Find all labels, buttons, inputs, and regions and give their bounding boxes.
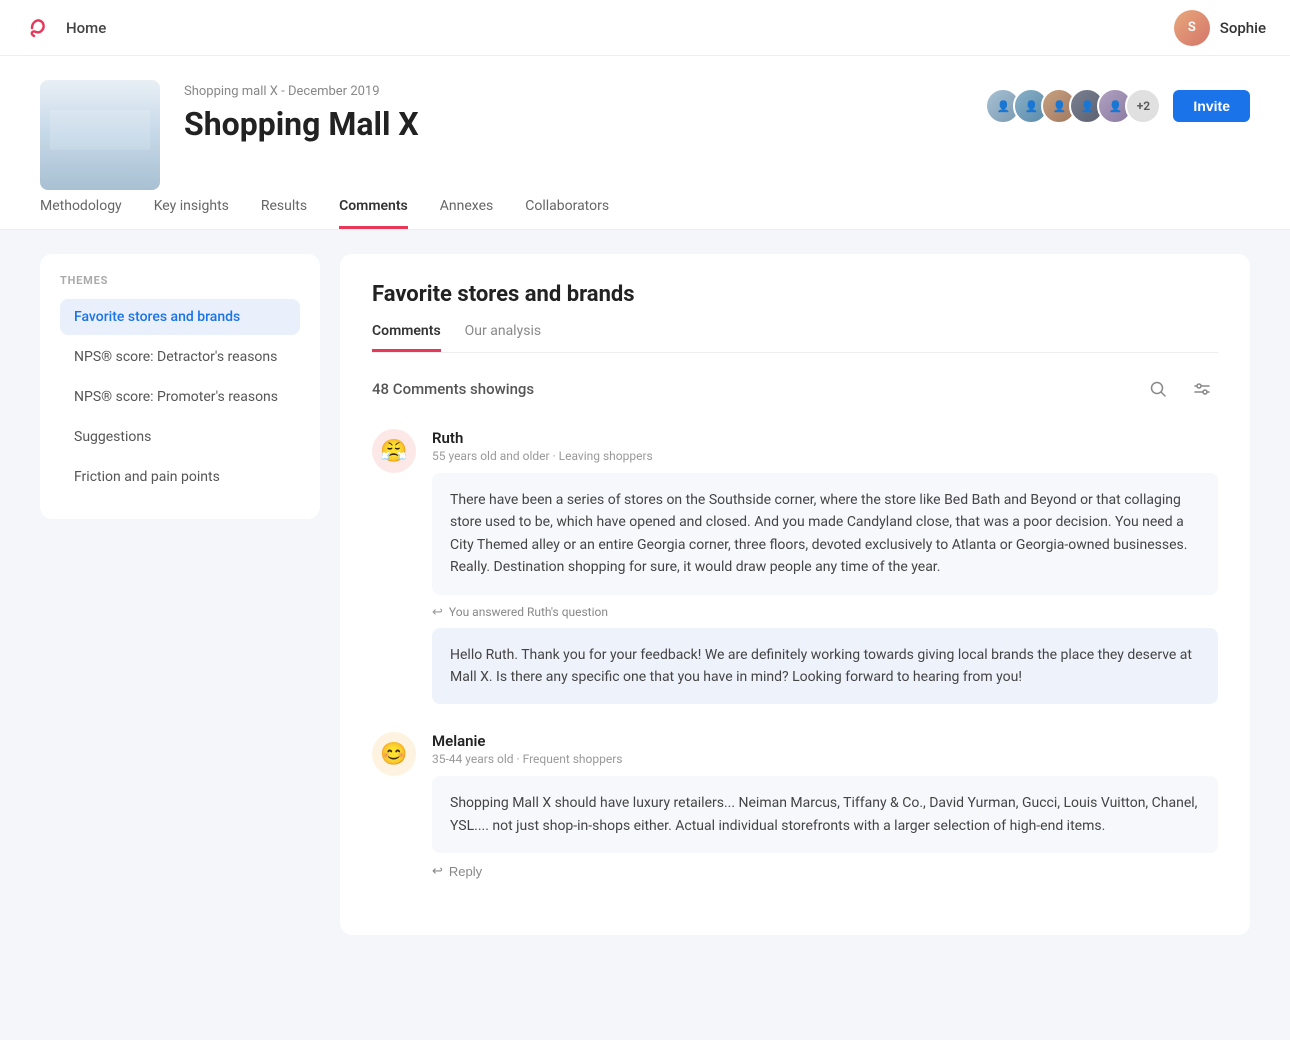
avatar-more: +2 bbox=[1125, 88, 1161, 124]
search-button[interactable] bbox=[1142, 373, 1174, 405]
reply-indicator-ruth: You answered Ruth's question bbox=[432, 605, 1218, 620]
nav-key-insights[interactable]: Key insights bbox=[154, 198, 229, 229]
sidebar-item-suggestions[interactable]: Suggestions bbox=[60, 419, 300, 455]
project-info: Shopping mall X - December 2019 Shopping… bbox=[40, 80, 419, 190]
comments-header: 48 Comments showings bbox=[372, 373, 1218, 405]
comment-author-ruth: Ruth bbox=[432, 429, 1218, 447]
invite-button[interactable]: Invite bbox=[1173, 90, 1250, 122]
project-image bbox=[40, 80, 160, 190]
comment-meta-ruth: 55 years old and older · Leaving shopper… bbox=[432, 449, 1218, 463]
sidebar-item-nps-detractor[interactable]: NPS® score: Detractor's reasons bbox=[60, 339, 300, 375]
project-title: Shopping Mall X bbox=[184, 105, 419, 143]
comment-text-ruth: There have been a series of stores on th… bbox=[432, 473, 1218, 595]
sidebar-item-favorite-stores[interactable]: Favorite stores and brands bbox=[60, 299, 300, 335]
nav-methodology[interactable]: Methodology bbox=[40, 198, 122, 229]
project-subtitle: Shopping mall X - December 2019 bbox=[184, 84, 419, 99]
comment-body-melanie: Melanie 35-44 years old · Frequent shopp… bbox=[432, 732, 1218, 879]
tab-analysis[interactable]: Our analysis bbox=[465, 323, 541, 352]
project-actions: 👤 👤 👤 👤 👤 +2 Invite bbox=[985, 88, 1250, 124]
tab-comments[interactable]: Comments bbox=[372, 323, 441, 352]
avatar-initials: S bbox=[1188, 20, 1196, 35]
reply-section-ruth: You answered Ruth's question Hello Ruth.… bbox=[432, 605, 1218, 705]
comment-text-melanie: Shopping Mall X should have luxury retai… bbox=[432, 776, 1218, 853]
project-navigation: Methodology Key insights Results Comment… bbox=[40, 198, 1250, 229]
comment-melanie: 😊 Melanie 35-44 years old · Frequent sho… bbox=[372, 732, 1218, 879]
filter-button[interactable] bbox=[1186, 373, 1218, 405]
collaborators-avatars: 👤 👤 👤 👤 👤 +2 bbox=[985, 88, 1161, 124]
project-header-top: Shopping mall X - December 2019 Shopping… bbox=[40, 80, 1250, 190]
nav-annexes[interactable]: Annexes bbox=[440, 198, 493, 229]
project-header: Shopping mall X - December 2019 Shopping… bbox=[0, 56, 1290, 230]
nav-left: Home bbox=[24, 12, 106, 44]
nav-comments[interactable]: Comments bbox=[339, 198, 408, 229]
nav-right: S Sophie bbox=[1174, 10, 1266, 46]
comment-body-ruth: Ruth 55 years old and older · Leaving sh… bbox=[432, 429, 1218, 704]
avatar: S bbox=[1174, 10, 1210, 46]
content-area: Favorite stores and brands Comments Our … bbox=[340, 254, 1250, 935]
sidebar-item-nps-promoter[interactable]: NPS® score: Promoter's reasons bbox=[60, 379, 300, 415]
comments-actions bbox=[1142, 373, 1218, 405]
avatar-melanie: 😊 bbox=[372, 732, 416, 776]
top-navigation: Home S Sophie bbox=[0, 0, 1290, 56]
sidebar-themes-label: THEMES bbox=[60, 274, 300, 287]
comment-ruth: 😤 Ruth 55 years old and older · Leaving … bbox=[372, 429, 1218, 704]
filter-icon bbox=[1193, 380, 1211, 398]
nav-results[interactable]: Results bbox=[261, 198, 307, 229]
avatar-ruth: 😤 bbox=[372, 429, 416, 473]
comment-meta-melanie: 35-44 years old · Frequent shoppers bbox=[432, 752, 1218, 766]
project-meta: Shopping mall X - December 2019 Shopping… bbox=[184, 80, 419, 163]
nav-collaborators[interactable]: Collaborators bbox=[525, 198, 609, 229]
sidebar: THEMES Favorite stores and brands NPS® s… bbox=[40, 254, 320, 519]
user-name-label: Sophie bbox=[1220, 19, 1266, 37]
reply-button-melanie[interactable]: Reply bbox=[432, 863, 482, 879]
reply-text-ruth: Hello Ruth. Thank you for your feedback!… bbox=[432, 628, 1218, 705]
comment-author-melanie: Melanie bbox=[432, 732, 1218, 750]
logo-icon[interactable] bbox=[24, 12, 56, 44]
content-tabs: Comments Our analysis bbox=[372, 323, 1218, 353]
main-layout: THEMES Favorite stores and brands NPS® s… bbox=[0, 230, 1290, 959]
comments-count: 48 Comments showings bbox=[372, 380, 534, 398]
home-link[interactable]: Home bbox=[66, 19, 106, 37]
search-icon bbox=[1149, 380, 1167, 398]
content-title: Favorite stores and brands bbox=[372, 282, 1218, 307]
sidebar-item-friction[interactable]: Friction and pain points bbox=[60, 459, 300, 495]
